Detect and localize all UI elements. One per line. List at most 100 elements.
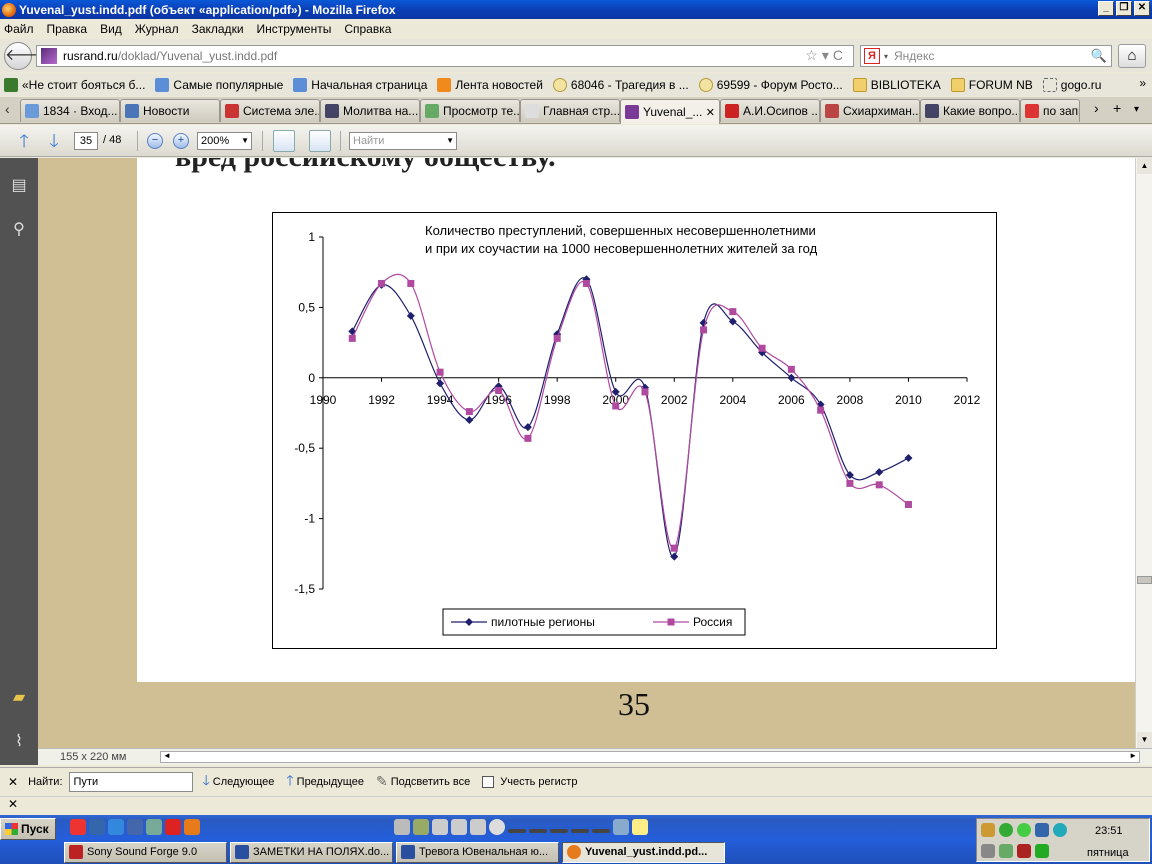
bookmarks-overflow-icon[interactable]: »	[1139, 76, 1146, 90]
match-case-checkbox[interactable]: Учесть регистр	[482, 775, 577, 788]
checkbox-icon[interactable]	[482, 775, 495, 788]
quicklaunch-icon[interactable]	[413, 819, 429, 835]
drive-icon[interactable]	[451, 819, 467, 835]
url-text[interactable]: rusrand.ru/doklad/Yuvenal_yust.indd.pdf	[63, 49, 277, 63]
menu-help[interactable]: Справка	[344, 22, 391, 36]
document-viewport[interactable]: вред российскому обществу. Количество пр…	[38, 158, 1135, 748]
bookmark-item[interactable]: Лента новостей	[437, 78, 543, 92]
menu-view[interactable]: Вид	[100, 22, 122, 36]
network-icon[interactable]	[1035, 823, 1049, 837]
menu-tools[interactable]: Инструменты	[257, 22, 332, 36]
clock[interactable]: 23:51	[1095, 825, 1123, 837]
close-tab-icon[interactable]: ✕	[706, 106, 715, 119]
tray-icon[interactable]	[1053, 823, 1067, 837]
tray-icon[interactable]	[981, 823, 995, 837]
horizontal-scrollbar[interactable]: ◄ ►	[160, 751, 1140, 763]
home-button[interactable]: ⌂	[1118, 44, 1146, 68]
binoculars-icon[interactable]: ⚲	[9, 220, 29, 240]
menu-file[interactable]: Файл	[4, 22, 34, 36]
start-button[interactable]: Пуск	[0, 818, 56, 840]
ie-icon[interactable]	[108, 819, 124, 835]
search-bar[interactable]: Я ▾ Яндекс 🔍	[860, 45, 1112, 67]
tab[interactable]: по запро	[1020, 99, 1080, 122]
close-findbar-icon[interactable]: ✕	[8, 775, 18, 789]
minimize-button[interactable]: _	[1098, 1, 1114, 16]
quicklaunch-icon[interactable]	[70, 819, 86, 835]
find-next-button[interactable]: 🡓 Следующее	[203, 770, 275, 794]
drive-icon[interactable]	[508, 829, 526, 833]
bookmark-item[interactable]: 68046 - Трагедия в ...	[552, 78, 689, 92]
tray-icon[interactable]	[999, 823, 1013, 837]
tray-icon[interactable]	[1035, 844, 1049, 858]
bookmark-star-icon[interactable]: ☆▾C	[805, 47, 847, 64]
taskbar-button-firefox[interactable]: Yuvenal_yust.indd.pd...	[562, 842, 725, 863]
yandex-icon[interactable]: Я	[864, 48, 880, 64]
new-tab-icon[interactable]: +	[1113, 100, 1121, 116]
tab-active[interactable]: Yuvenal_... ✕	[620, 99, 720, 124]
menu-bookmarks[interactable]: Закладки	[192, 22, 244, 36]
bookmark-item[interactable]: 69599 - Форум Росто...	[698, 78, 843, 92]
bookmark-item[interactable]: «Не стоит бояться б...	[4, 78, 145, 92]
taskbar-button-word-alarm[interactable]: Тревога Ювенальная ю...	[396, 842, 559, 863]
scroll-right-icon[interactable]: ►	[1129, 751, 1137, 760]
tab-list-icon[interactable]: ▾	[1134, 104, 1139, 115]
page-number-input[interactable]: 35	[74, 132, 98, 150]
fit-page-icon[interactable]	[309, 130, 331, 152]
scroll-thumb[interactable]	[1137, 576, 1152, 584]
vertical-scrollbar[interactable]: ▲ ▼	[1135, 158, 1152, 748]
tab[interactable]: А.И.Осипов ...	[720, 99, 820, 122]
tab[interactable]: Схиархиман...	[820, 99, 920, 122]
tab[interactable]: 1834 · Вход...	[20, 99, 120, 122]
close-button[interactable]: ✕	[1134, 1, 1150, 16]
back-button[interactable]: 🡐	[4, 42, 48, 70]
bookmark-folder[interactable]: FORUM NB	[950, 78, 1033, 92]
search-icon[interactable]: 🔍	[1091, 48, 1107, 64]
tab[interactable]: Какие вопро...	[920, 99, 1020, 122]
fit-width-icon[interactable]	[273, 130, 295, 152]
menu-history[interactable]: Журнал	[135, 22, 179, 36]
tray-icon[interactable]	[1017, 844, 1031, 858]
drive-icon[interactable]	[529, 829, 547, 833]
drive-icon[interactable]	[470, 819, 486, 835]
disc-icon[interactable]	[489, 819, 505, 835]
close-status-icon[interactable]: ✕	[8, 797, 18, 811]
pdf-find-input[interactable]: Найти ▼	[349, 132, 457, 150]
bookmark-item[interactable]: Самые популярные	[155, 78, 283, 92]
quicklaunch-icon[interactable]	[89, 819, 105, 835]
highlight-all-button[interactable]: ✎ Подсветить все	[376, 773, 470, 790]
pages-icon[interactable]: ▤	[9, 176, 29, 196]
zoom-select[interactable]: 200% ▼	[197, 132, 252, 150]
search-engine-dropdown-icon[interactable]: ▾	[884, 52, 888, 61]
tab[interactable]: Главная стр...	[520, 99, 620, 122]
drive-icon[interactable]	[571, 829, 589, 833]
menu-edit[interactable]: Правка	[47, 22, 88, 36]
opera-icon[interactable]	[165, 819, 181, 835]
bookmark-item[interactable]: gogo.ru	[1042, 78, 1101, 92]
next-page-icon[interactable]: 🡓	[44, 131, 64, 151]
tab-scroll-right-icon[interactable]: ›	[1094, 100, 1099, 116]
scroll-down-icon[interactable]: ▼	[1137, 732, 1152, 748]
comments-icon[interactable]: ▰	[9, 688, 29, 708]
quicklaunch-icon[interactable]	[127, 819, 143, 835]
tray-icon[interactable]	[999, 844, 1013, 858]
find-input[interactable]: Пути	[68, 771, 193, 792]
zoom-in-icon[interactable]: +	[173, 133, 189, 149]
bookmark-item[interactable]: Начальная страница	[293, 78, 427, 92]
tab[interactable]: Система эле...	[220, 99, 320, 122]
tray-icon[interactable]	[1017, 823, 1031, 837]
tab[interactable]: Молитва на...	[320, 99, 420, 122]
quicklaunch-icon[interactable]	[613, 819, 629, 835]
drive-icon[interactable]	[550, 829, 568, 833]
volume-icon[interactable]	[981, 844, 995, 858]
drive-icon[interactable]	[432, 819, 448, 835]
attachment-icon[interactable]: ⌇	[9, 732, 29, 752]
restore-button[interactable]: ❐	[1116, 1, 1132, 16]
previous-page-icon[interactable]: 🡑	[14, 131, 34, 151]
tab[interactable]: Новости	[120, 99, 220, 122]
drive-icon[interactable]	[592, 829, 610, 833]
bookmark-folder[interactable]: BIBLIOTEKA	[852, 78, 941, 92]
tab[interactable]: Просмотр те...	[420, 99, 520, 122]
quicklaunch-icon[interactable]	[146, 819, 162, 835]
folder-icon[interactable]	[632, 819, 648, 835]
taskbar-button-word-notes[interactable]: ЗАМЕТКИ НА ПОЛЯХ.do...	[230, 842, 393, 863]
